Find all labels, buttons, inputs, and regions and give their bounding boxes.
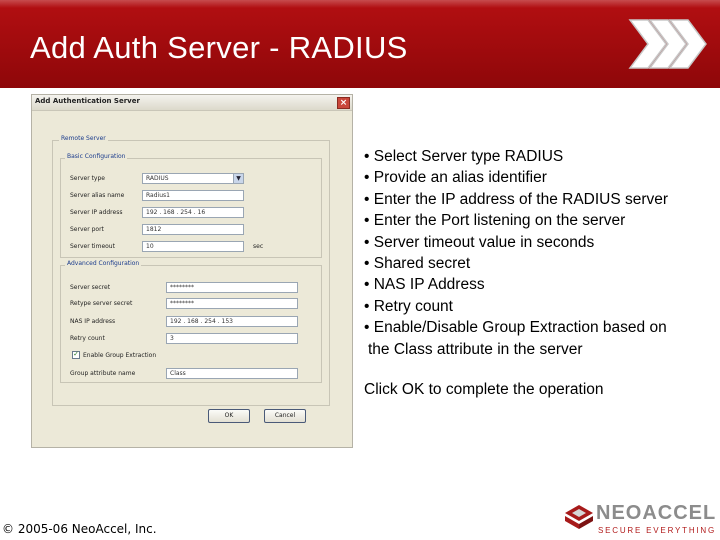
add-authentication-server-dialog: Add Authentication Server × Remote Serve… <box>31 94 353 448</box>
retry-count-label: Retry count <box>70 335 105 342</box>
cancel-button[interactable]: Cancel <box>264 409 306 423</box>
slide-title: Add Auth Server - RADIUS <box>30 30 408 65</box>
bullet-item: • Enter the Port listening on the server <box>364 212 626 230</box>
server-port-label: Server port <box>70 226 104 233</box>
logo-tagline: SECURE EVERYTHING <box>598 526 717 535</box>
title-banner: Add Auth Server - RADIUS <box>0 0 720 88</box>
bullet-item: • Provide an alias identifier <box>364 169 547 187</box>
ok-button[interactable]: OK <box>208 409 250 423</box>
triple-chevron-right-icon <box>628 19 707 69</box>
basic-configuration-label: Basic Configuration <box>65 153 128 160</box>
dialog-titlebar: Add Authentication Server × <box>32 95 352 111</box>
server-alias-input[interactable]: Radius1 <box>142 190 244 201</box>
group-attribute-input[interactable]: Class <box>166 368 298 379</box>
server-type-label: Server type <box>70 175 105 182</box>
neoaccel-logo-icon <box>565 505 593 529</box>
server-timeout-label: Server timeout <box>70 243 115 250</box>
retype-secret-input[interactable]: ******** <box>166 298 298 309</box>
bullet-item: • Select Server type RADIUS <box>364 148 564 165</box>
bullet-item: • NAS IP Address <box>364 276 485 294</box>
nas-ip-input[interactable]: 192 . 168 . 254 . 153 <box>166 316 298 327</box>
server-type-select[interactable]: RADIUS ▼ <box>142 173 244 184</box>
closing-note: Click OK to complete the operation <box>364 381 604 398</box>
nas-ip-label: NAS IP address <box>70 318 116 325</box>
copyright-text: © 2005-06 NeoAccel, Inc. <box>2 522 157 536</box>
server-secret-input[interactable]: ******** <box>166 282 298 293</box>
retype-secret-label: Retype server secret <box>70 300 133 307</box>
remote-server-group-label: Remote Server <box>59 135 108 142</box>
retry-count-input[interactable]: 3 <box>166 333 298 344</box>
bullet-item-continuation: the Class attribute in the server <box>368 340 583 358</box>
timeout-unit-label: sec <box>253 243 264 250</box>
server-port-input[interactable]: 1812 <box>142 224 244 235</box>
banner-shine <box>0 0 720 8</box>
group-extraction-label: Enable Group Extraction <box>83 352 157 359</box>
server-timeout-input[interactable]: 10 <box>142 241 244 252</box>
close-icon[interactable]: × <box>337 97 350 109</box>
server-alias-label: Server alias name <box>70 192 125 199</box>
dialog-title: Add Authentication Server <box>35 97 140 105</box>
group-attribute-label: Group attribute name <box>70 370 136 377</box>
bullet-item: • Enable/Disable Group Extraction based … <box>364 319 667 337</box>
group-extraction-checkbox[interactable]: ✓ <box>72 351 80 359</box>
advanced-configuration-label: Advanced Configuration <box>65 260 142 267</box>
server-type-value: RADIUS <box>146 175 169 182</box>
bullet-item: • Enter the IP address of the RADIUS ser… <box>364 190 669 208</box>
chevron-down-icon[interactable]: ▼ <box>233 174 243 183</box>
bullet-item: • Retry count <box>364 297 453 315</box>
instructions-list: • Select Server type RADIUS • Provide an… <box>364 146 716 360</box>
company-logo: NEOACCEL SECURE EVERYTHING <box>564 500 717 538</box>
server-secret-label: Server secret <box>70 284 111 291</box>
server-ip-input[interactable]: 192 . 168 . 254 . 16 <box>142 207 244 218</box>
logo-name: NEOACCEL <box>596 502 717 524</box>
bullet-item: • Shared secret <box>364 255 471 273</box>
server-ip-label: Server IP address <box>70 209 123 216</box>
bullet-item: • Server timeout value in seconds <box>364 233 595 251</box>
